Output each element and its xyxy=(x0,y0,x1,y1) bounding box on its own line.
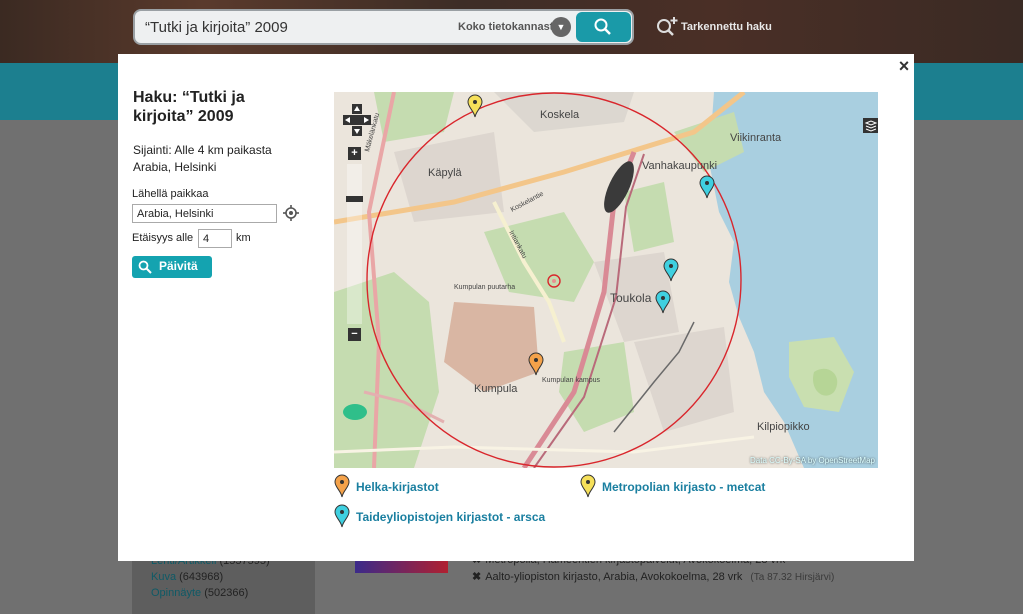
search-bar: “Tutki ja kirjoita” 2009 Koko tietokanna… xyxy=(133,9,634,45)
facet-item[interactable]: Kuva (643968) xyxy=(132,571,315,587)
zoom-out-button[interactable]: − xyxy=(348,328,361,341)
update-button[interactable]: Päivitä xyxy=(132,256,212,278)
library-marker-arsca[interactable] xyxy=(699,175,715,199)
library-marker-arsca[interactable] xyxy=(655,290,671,314)
legend-label: Taideyliopistojen kirjastot - arsca xyxy=(356,510,546,524)
map-label: Käpylä xyxy=(428,167,463,179)
distance-label: Etäisyys alle xyxy=(132,232,194,244)
map-pin-icon xyxy=(334,474,350,498)
legend-label: Metropolian kirjasto - metcat xyxy=(602,480,766,494)
near-place-input[interactable] xyxy=(132,204,277,223)
layers-icon[interactable] xyxy=(863,118,878,133)
map-pin-icon xyxy=(580,474,596,498)
chevron-down-icon[interactable]: ▼ xyxy=(551,17,571,37)
legend-helka[interactable]: Helka-kirjastot xyxy=(334,474,474,500)
map-view[interactable]: Koskela Viikinranta Käpylä Vanhakaupunki… xyxy=(334,92,878,468)
facet-item[interactable]: Opinnäyte (502366) xyxy=(132,587,315,603)
map-label: Koskela xyxy=(540,109,580,121)
zoom-in-button[interactable]: + xyxy=(348,147,361,160)
pan-control[interactable] xyxy=(343,104,371,136)
search-icon xyxy=(594,18,611,35)
map-search-dialog: × Haku: “Tutki ja kirjoita” 2009 Sijaint… xyxy=(118,54,914,561)
zoom-slider-handle[interactable] xyxy=(346,196,363,202)
search-button[interactable] xyxy=(576,12,631,42)
map-label: Viikinranta xyxy=(730,132,782,144)
facet-list: Lehti/Artikkeli (1557595) Kuva (643968) … xyxy=(132,555,315,614)
location-summary: Sijainti: Alle 4 km paikasta Arabia, Hel… xyxy=(133,143,272,174)
search-input[interactable]: “Tutki ja kirjoita” 2009 xyxy=(145,19,288,36)
locate-me-icon[interactable] xyxy=(283,205,299,221)
map-label: Kumpulan puutarha xyxy=(454,284,515,291)
legend-label: Helka-kirjastot xyxy=(356,480,439,494)
advanced-search-icon xyxy=(657,17,678,36)
osm-link[interactable]: OpenStreetMap xyxy=(819,456,875,465)
search-scope-label[interactable]: Koko tietokannasta xyxy=(458,21,559,33)
update-button-label: Päivitä xyxy=(159,259,198,273)
distance-input[interactable] xyxy=(198,229,232,248)
advanced-search-label: Tarkennettu haku xyxy=(681,20,772,33)
map-tiles: Koskela Viikinranta Käpylä Vanhakaupunki… xyxy=(334,92,878,468)
dialog-title: Haku: “Tutki ja kirjoita” 2009 xyxy=(133,89,245,125)
map-attribution: Data CC-By-SA by OpenStreetMap xyxy=(750,456,875,465)
map-pin-icon xyxy=(334,504,350,528)
map-label: Vanhakaupunki xyxy=(642,160,717,172)
close-button[interactable]: × xyxy=(896,56,912,76)
distance-unit: km xyxy=(236,232,251,244)
library-marker-metropolia[interactable] xyxy=(467,94,483,118)
search-icon xyxy=(138,260,152,274)
legend-metropolia[interactable]: Metropolian kirjasto - metcat xyxy=(580,474,780,500)
map-label: Kumpulan kampus xyxy=(542,377,600,384)
near-place-label: Lähellä paikkaa xyxy=(132,188,209,200)
zoom-slider-track[interactable] xyxy=(347,164,362,324)
result-holding-row: ✖ Aalto-yliopiston kirjasto, Arabia, Avok… xyxy=(472,571,835,583)
advanced-search-link[interactable]: Tarkennettu haku xyxy=(655,16,772,38)
library-marker-arsca[interactable] xyxy=(663,258,679,282)
legend-arsca[interactable]: Taideyliopistojen kirjastot - arsca xyxy=(334,504,574,530)
map-label: Kumpula xyxy=(474,383,518,395)
library-marker-helka[interactable] xyxy=(528,352,544,376)
map-label: Toukola xyxy=(610,291,652,305)
map-label: Kilpiopikko xyxy=(757,421,810,433)
